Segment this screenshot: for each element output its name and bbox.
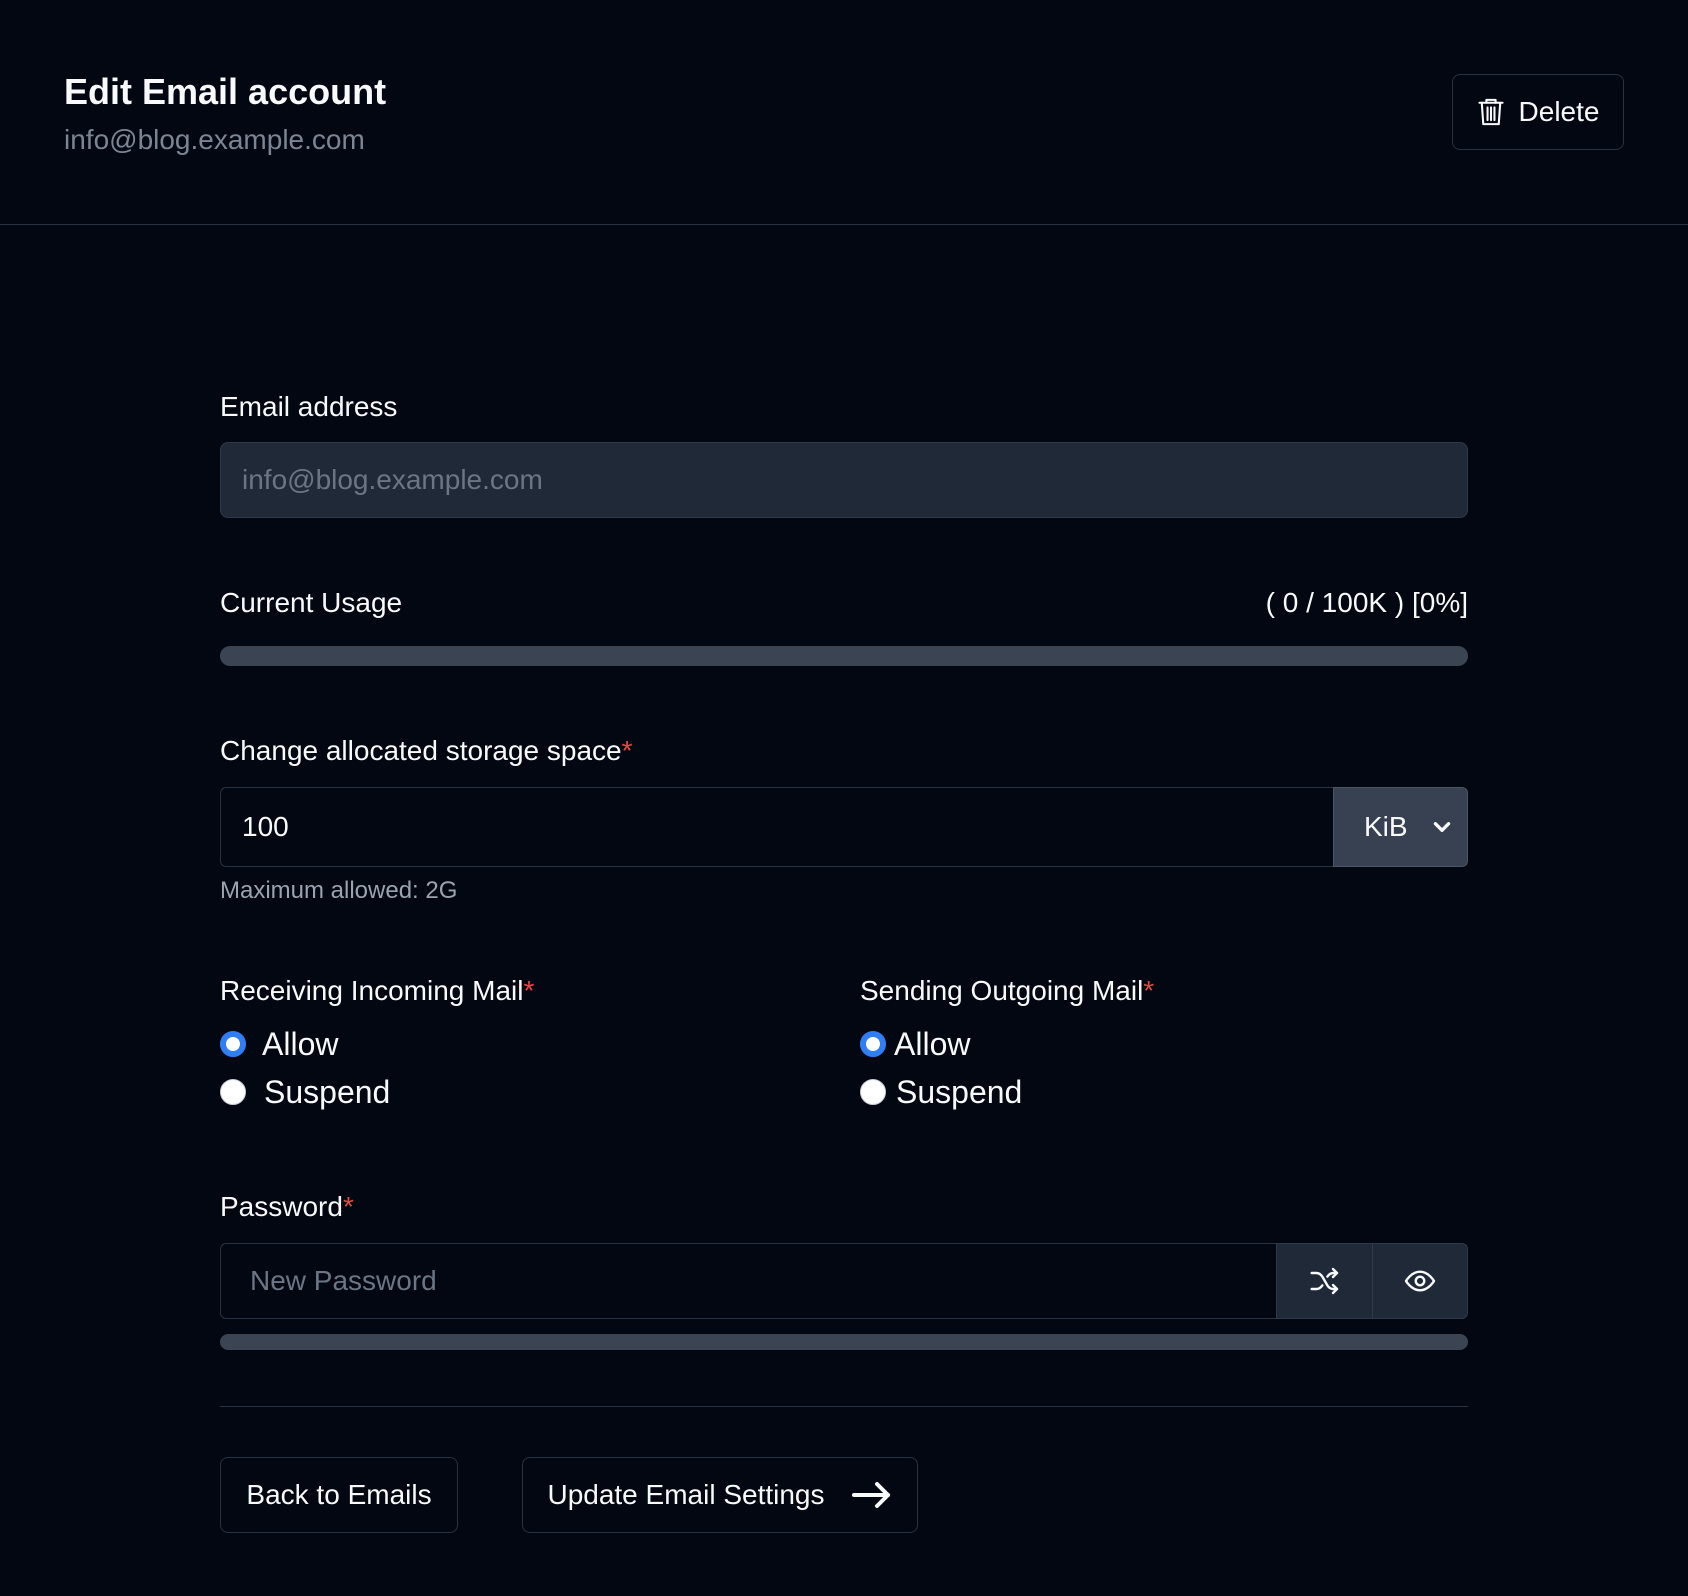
page-header: Edit Email account info@blog.example.com…: [0, 0, 1688, 225]
page-title: Edit Email account: [64, 71, 387, 112]
outgoing-allow-label: Allow: [894, 1026, 971, 1062]
arrow-right-icon: [851, 1482, 890, 1508]
generate-password-button[interactable]: [1276, 1243, 1373, 1319]
outgoing-suspend-radio[interactable]: Suspend: [860, 1073, 1022, 1111]
radio-unchecked-icon: [860, 1079, 886, 1105]
incoming-allow-label: Allow: [262, 1026, 339, 1062]
incoming-allow-radio[interactable]: Allow: [220, 1025, 338, 1063]
usage-progress-bar: [220, 646, 1468, 666]
outgoing-allow-radio[interactable]: Allow: [860, 1025, 970, 1063]
password-strength-bar: [220, 1334, 1468, 1350]
shuffle-icon: [1309, 1267, 1338, 1295]
required-mark: *: [523, 975, 535, 1006]
trash-icon: [1477, 98, 1504, 126]
required-mark: *: [342, 1191, 354, 1222]
current-usage-label: Current Usage: [220, 587, 403, 618]
storage-helper-text: Maximum allowed: 2G: [220, 877, 458, 904]
email-address-input: [220, 442, 1468, 518]
update-email-settings-button[interactable]: Update Email Settings: [522, 1457, 918, 1533]
page-subtitle: info@blog.example.com: [64, 124, 365, 155]
outgoing-mail-label: Sending Outgoing Mail*: [860, 974, 1154, 1008]
toggle-password-visibility-button[interactable]: [1372, 1243, 1468, 1319]
storage-unit-select[interactable]: KiB: [1333, 787, 1468, 867]
chevron-down-icon: [1433, 822, 1451, 832]
storage-label: Change allocated storage space*: [220, 734, 633, 768]
current-usage-value: ( 0 / 100K ) [0%]: [1265, 587, 1468, 618]
radio-unchecked-icon: [220, 1079, 246, 1105]
update-email-settings-label: Update Email Settings: [547, 1479, 825, 1510]
storage-unit-value: KiB: [1364, 811, 1408, 842]
outgoing-mail-label-text: Sending Outgoing Mail: [860, 975, 1144, 1006]
eye-icon: [1404, 1270, 1436, 1292]
back-to-emails-button[interactable]: Back to Emails: [220, 1457, 458, 1533]
incoming-suspend-label: Suspend: [264, 1074, 391, 1110]
required-mark: *: [621, 735, 633, 766]
radio-checked-icon: [860, 1031, 886, 1057]
password-label-text: Password: [220, 1191, 343, 1222]
delete-button-label: Delete: [1518, 96, 1600, 127]
password-label: Password*: [220, 1190, 354, 1224]
incoming-suspend-radio[interactable]: Suspend: [220, 1073, 390, 1111]
email-address-label: Email address: [220, 391, 398, 422]
outgoing-suspend-label: Suspend: [896, 1074, 1023, 1110]
incoming-mail-label: Receiving Incoming Mail*: [220, 974, 534, 1008]
incoming-mail-label-text: Receiving Incoming Mail: [220, 975, 524, 1006]
password-input[interactable]: [220, 1243, 1277, 1319]
storage-label-text: Change allocated storage space: [220, 735, 622, 766]
form-divider: [220, 1406, 1468, 1407]
radio-checked-icon: [220, 1031, 246, 1057]
delete-button[interactable]: Delete: [1452, 74, 1624, 150]
back-to-emails-label: Back to Emails: [246, 1479, 432, 1510]
required-mark: *: [1143, 975, 1155, 1006]
storage-input[interactable]: [220, 787, 1334, 867]
